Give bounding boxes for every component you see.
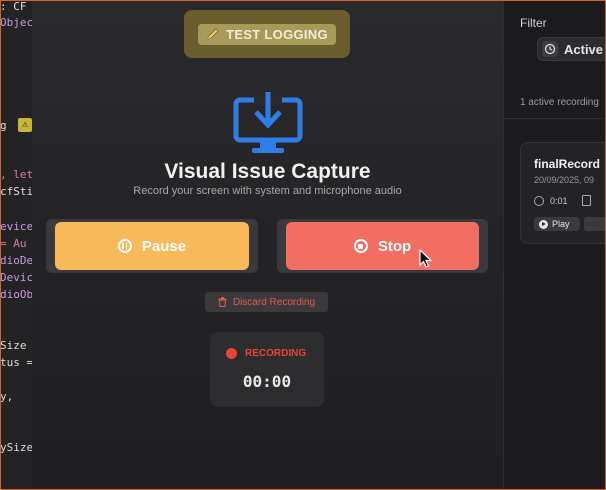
pause-icon <box>117 239 132 253</box>
code-line: , let <box>0 168 32 181</box>
recording-status-label: RECORDING <box>245 348 307 359</box>
pause-button-frame: Pause <box>46 219 258 273</box>
file-icon <box>581 195 591 206</box>
code-line: g <box>0 119 7 132</box>
recording-list-item[interactable]: finalRecord 20/09/2025, 09 0:01 Play <box>520 142 606 244</box>
recording-meta: 0:01 <box>534 195 591 206</box>
code-line: Devic <box>0 271 32 284</box>
recording-duration: 0:01 <box>550 195 568 206</box>
filter-active-tab[interactable]: Active <box>537 37 606 61</box>
code-line: dioObj <box>0 288 32 301</box>
screen-download-icon <box>233 92 303 153</box>
active-tab-label: Active <box>564 41 604 57</box>
discard-label: Discard Recording <box>232 296 316 308</box>
stop-button[interactable]: Stop <box>286 222 479 270</box>
code-line: : CF <box>0 0 27 13</box>
test-logging-label: TEST LOGGING <box>226 26 328 42</box>
recording-status-card: RECORDING 00:00 <box>210 332 324 407</box>
code-line: tus = <box>0 356 32 369</box>
pause-label: Pause <box>141 237 187 255</box>
recording-date: 20/09/2025, 09 <box>534 175 595 185</box>
stop-button-frame: Stop <box>277 219 488 273</box>
code-line: cfSti <box>0 185 32 198</box>
test-logging-button[interactable]: TEST LOGGING <box>184 10 350 58</box>
pause-button[interactable]: Pause <box>55 222 249 270</box>
sidebar-divider <box>504 118 606 119</box>
code-line: ySize <box>0 441 32 454</box>
history-icon <box>542 41 558 57</box>
pencil-icon <box>207 28 219 40</box>
recording-timer: 00:00 <box>242 372 292 391</box>
code-line: Size <box>0 339 27 352</box>
play-icon <box>539 219 548 229</box>
mouse-cursor-icon <box>419 249 433 268</box>
trash-icon <box>218 297 227 307</box>
active-recording-count: 1 active recording <box>520 97 599 108</box>
stop-label: Stop <box>377 237 412 255</box>
recording-name: finalRecord <box>534 157 601 171</box>
code-line: evice <box>0 220 32 233</box>
recording-dot-icon <box>226 348 237 359</box>
code-editor-background: : CF Objec g ⚠ , let cfSti evice = Au di… <box>0 0 32 490</box>
code-line: dioDe <box>0 254 32 267</box>
play-label: Play <box>552 219 570 229</box>
page-title: Visual Issue Capture <box>164 160 371 183</box>
stop-icon <box>353 239 368 253</box>
page-subtitle: Record your screen with system and micro… <box>133 185 402 197</box>
filter-label: Filter <box>520 16 547 30</box>
test-logging-badge: TEST LOGGING <box>198 23 336 45</box>
discard-recording-button[interactable]: Discard Recording <box>205 292 328 312</box>
code-line: y, <box>0 390 14 403</box>
code-line: = Au <box>0 237 27 250</box>
warning-icon: ⚠ <box>18 118 32 132</box>
clock-icon <box>534 195 544 206</box>
code-line: Objec <box>0 16 32 29</box>
secondary-action-button[interactable] <box>584 217 606 231</box>
recordings-sidebar: Filter Active 1 active recording finalRe… <box>503 0 606 490</box>
play-button[interactable]: Play <box>534 217 580 231</box>
